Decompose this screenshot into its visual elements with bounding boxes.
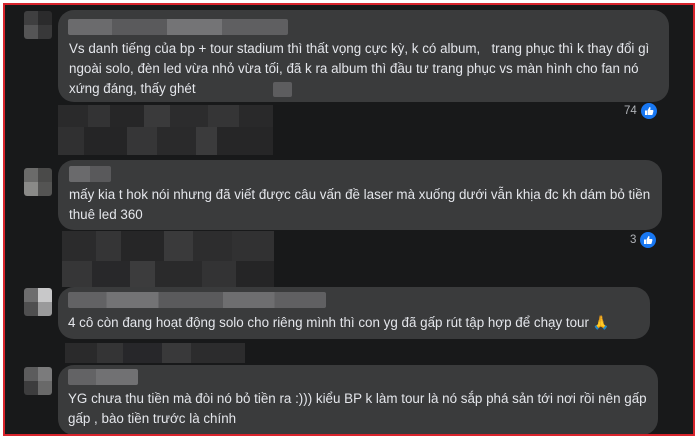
comment-bubble: YG chưa thu tiền mà đòi nó bỏ tiền ra :)…	[58, 365, 658, 434]
comment-text: 4 cô còn đang hoạt động solo cho riêng m…	[68, 315, 610, 330]
comment-text: mấy kia t hok nói nhưng đã viết được câu…	[69, 187, 654, 222]
avatar[interactable]	[24, 288, 52, 316]
reaction-summary[interactable]: 3	[630, 231, 658, 249]
commenter-name[interactable]	[68, 369, 138, 385]
blurred-actions	[62, 261, 274, 287]
blurred-actions	[62, 231, 274, 261]
avatar[interactable]	[24, 11, 52, 39]
reaction-count: 74	[624, 105, 637, 117]
censor-block	[273, 82, 292, 97]
comment-text: Vs danh tiếng của bp + tour stadium thì …	[69, 41, 653, 96]
commenter-name[interactable]	[68, 19, 288, 35]
blurred-actions	[58, 127, 273, 155]
avatar[interactable]	[24, 168, 52, 196]
like-icon	[639, 231, 658, 249]
reaction-summary[interactable]: 74	[624, 102, 658, 120]
comment-bubble: 4 cô còn đang hoạt động solo cho riêng m…	[58, 287, 650, 339]
reaction-count: 3	[630, 234, 637, 246]
comments-panel: Vs danh tiếng của bp + tour stadium thì …	[3, 3, 695, 436]
commenter-name[interactable]	[69, 166, 111, 182]
like-icon	[639, 102, 658, 120]
avatar[interactable]	[24, 367, 52, 395]
blurred-actions	[58, 105, 273, 127]
comment-bubble: mấy kia t hok nói nhưng đã viết được câu…	[58, 160, 662, 230]
comment-bubble: Vs danh tiếng của bp + tour stadium thì …	[58, 10, 669, 102]
blurred-actions	[65, 343, 245, 363]
commenter-name[interactable]	[68, 292, 326, 308]
comment-text: YG chưa thu tiền mà đòi nó bỏ tiền ra :)…	[68, 391, 651, 426]
